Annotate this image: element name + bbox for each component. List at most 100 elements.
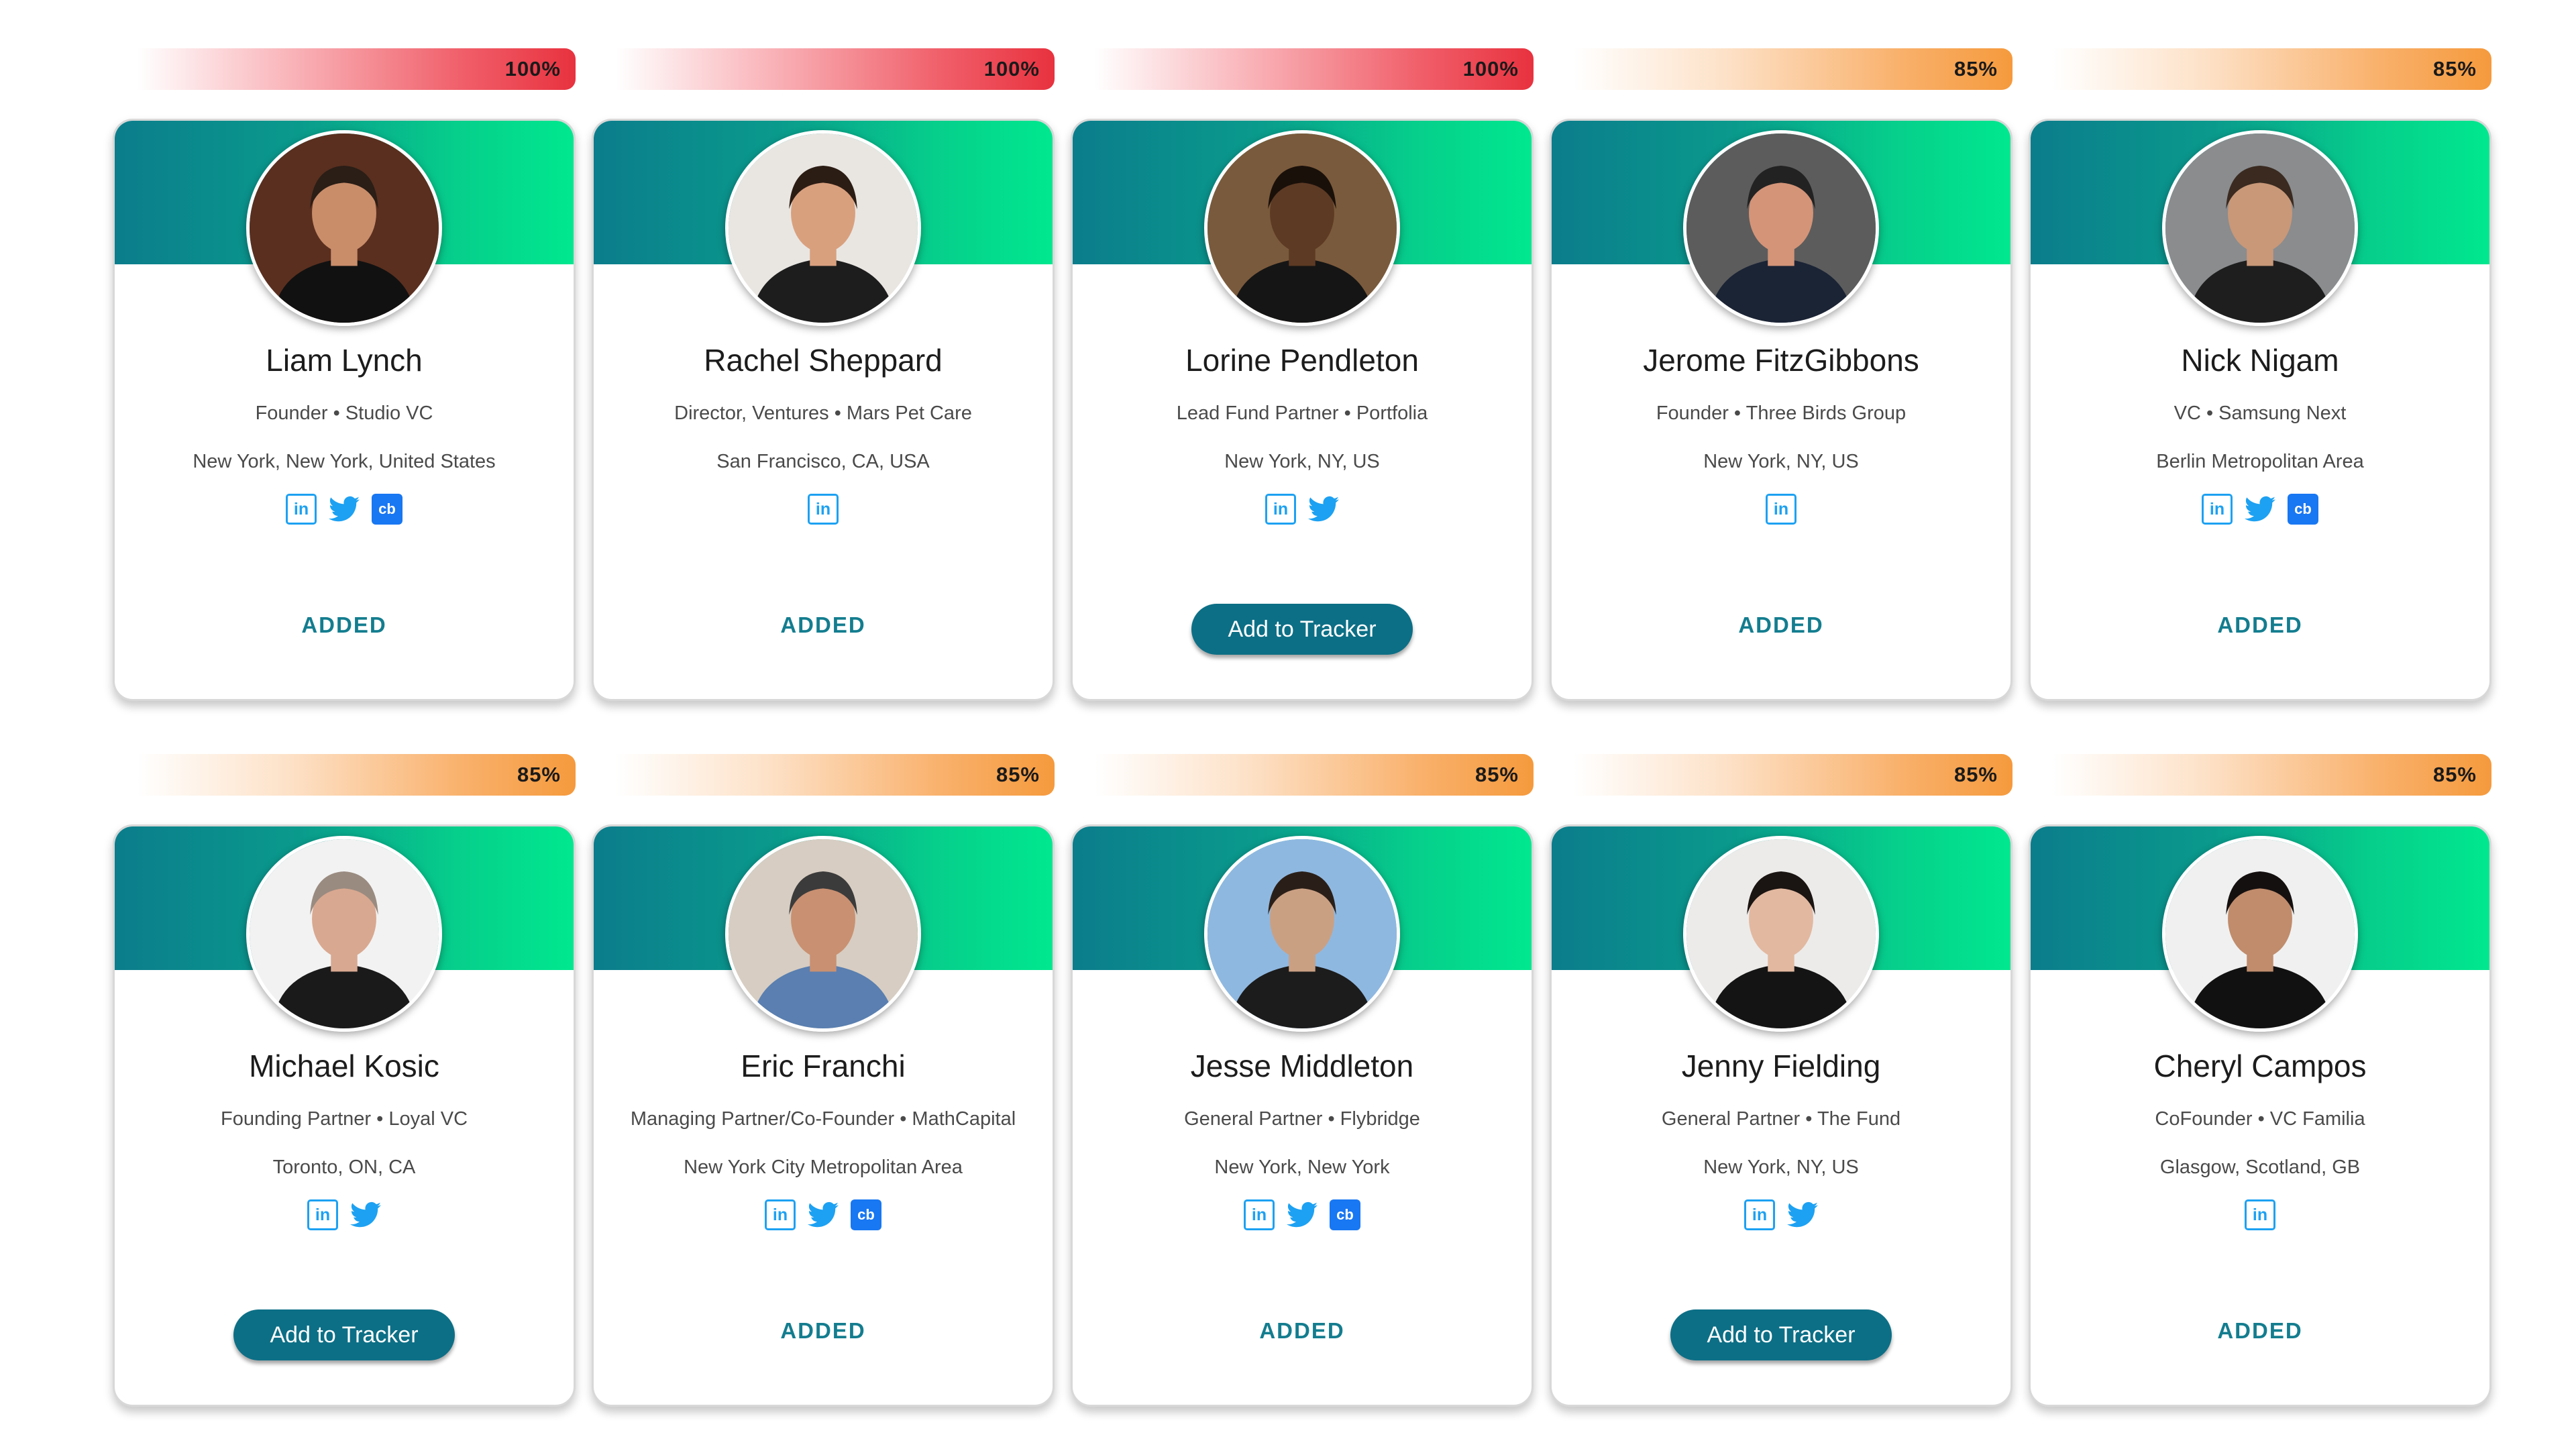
crunchbase-icon[interactable]: cb — [1330, 1199, 1360, 1230]
add-to-tracker-button[interactable]: Add to Tracker — [1191, 604, 1413, 655]
investor-role: VC • Samsung Next — [2174, 402, 2347, 424]
avatar — [725, 836, 921, 1032]
investor-name: Michael Kosic — [249, 1049, 439, 1083]
investor-card[interactable]: Jesse Middleton General Partner • Flybri… — [1071, 824, 1534, 1407]
avatar — [246, 836, 442, 1032]
investor-role: Lead Fund Partner • Portfolia — [1176, 402, 1428, 424]
match-score-bar: 100% — [137, 48, 576, 90]
linkedin-icon[interactable]: in — [1265, 494, 1296, 525]
investor-location: Glasgow, Scotland, GB — [2159, 1157, 2361, 1178]
match-score-bar: 85% — [2053, 754, 2491, 796]
twitter-icon[interactable] — [1308, 494, 1339, 525]
investor-card[interactable]: Michael Kosic Founding Partner • Loyal V… — [113, 824, 576, 1407]
match-score-label: 85% — [1953, 57, 1998, 80]
avatar — [2162, 130, 2358, 326]
investor-name: Jesse Middleton — [1190, 1049, 1414, 1083]
investor-card[interactable]: Nick Nigam VC • Samsung Next Berlin Metr… — [2029, 119, 2491, 701]
match-score-label: 85% — [1953, 763, 1998, 786]
linkedin-icon[interactable]: in — [1744, 1199, 1775, 1230]
linkedin-icon[interactable]: in — [307, 1199, 338, 1230]
linkedin-icon[interactable]: in — [1766, 494, 1796, 525]
linkedin-icon[interactable]: in — [2245, 1199, 2275, 1230]
added-status: ADDED — [301, 612, 387, 637]
investor-role: General Partner • Flybridge — [1184, 1108, 1420, 1130]
social-links: in — [1073, 494, 1532, 525]
social-links: in — [594, 494, 1053, 525]
social-links: in cb — [2031, 494, 2489, 525]
investor-card[interactable]: Liam Lynch Founder • Studio VC New York,… — [113, 119, 576, 701]
investor-name: Rachel Sheppard — [704, 343, 943, 378]
twitter-icon[interactable] — [1287, 1199, 1318, 1230]
match-score-label: 100% — [504, 57, 561, 80]
linkedin-icon[interactable]: in — [808, 494, 839, 525]
investor-location: New York, NY, US — [1224, 451, 1380, 472]
linkedin-icon[interactable]: in — [2202, 494, 2233, 525]
match-score-bar: 85% — [1574, 48, 2012, 90]
linkedin-icon[interactable]: in — [1244, 1199, 1275, 1230]
investor-location: New York, NY, US — [1703, 1157, 1859, 1178]
added-status: ADDED — [1259, 1318, 1345, 1343]
add-to-tracker-button[interactable]: Add to Tracker — [1670, 1309, 1892, 1360]
social-links: in cb — [594, 1199, 1053, 1230]
social-links: in cb — [1073, 1199, 1532, 1230]
investor-name: Liam Lynch — [266, 343, 423, 378]
investor-name: Nick Nigam — [2181, 343, 2339, 378]
investor-name: Eric Franchi — [741, 1049, 906, 1083]
avatar — [1683, 130, 1879, 326]
avatar — [246, 130, 442, 326]
crunchbase-icon[interactable]: cb — [851, 1199, 881, 1230]
investor-location: San Francisco, CA, USA — [716, 451, 930, 472]
match-score-label: 85% — [996, 763, 1040, 786]
social-links: in — [115, 1199, 574, 1230]
investor-card[interactable]: Cheryl Campos CoFounder • VC Familia Gla… — [2029, 824, 2491, 1407]
crunchbase-icon[interactable]: cb — [372, 494, 402, 525]
investor-card[interactable]: Lorine Pendleton Lead Fund Partner • Por… — [1071, 119, 1534, 701]
twitter-icon[interactable] — [1787, 1199, 1818, 1230]
investor-card[interactable]: Rachel Sheppard Director, Ventures • Mar… — [592, 119, 1055, 701]
avatar — [725, 130, 921, 326]
match-score-bar: 100% — [1095, 48, 1534, 90]
linkedin-icon[interactable]: in — [765, 1199, 796, 1230]
social-links: in cb — [115, 494, 574, 525]
investor-role: Managing Partner/Co-Founder • MathCapita… — [630, 1108, 1016, 1130]
added-status: ADDED — [2217, 612, 2303, 637]
match-score-bar: 85% — [137, 754, 576, 796]
investor-card[interactable]: Jenny Fielding General Partner • The Fun… — [1550, 824, 2012, 1407]
match-score-label: 100% — [983, 57, 1040, 80]
investor-location: New York, New York, United States — [193, 451, 496, 472]
match-score-bar: 85% — [1574, 754, 2012, 796]
social-links: in — [1552, 1199, 2010, 1230]
twitter-icon[interactable] — [350, 1199, 381, 1230]
investor-card[interactable]: Eric Franchi Managing Partner/Co-Founder… — [592, 824, 1055, 1407]
match-score-bar: 85% — [2053, 48, 2491, 90]
linkedin-icon[interactable]: in — [286, 494, 317, 525]
match-score-label: 85% — [1474, 763, 1519, 786]
match-score-bar: 85% — [1095, 754, 1534, 796]
investor-role: Director, Ventures • Mars Pet Care — [674, 402, 972, 424]
twitter-icon[interactable] — [329, 494, 360, 525]
investor-role: Founding Partner • Loyal VC — [220, 1108, 468, 1130]
match-score-bar: 85% — [616, 754, 1055, 796]
avatar — [1204, 130, 1400, 326]
investor-location: New York City Metropolitan Area — [684, 1157, 963, 1178]
investor-role: CoFounder • VC Familia — [2155, 1108, 2365, 1130]
added-status: ADDED — [1738, 612, 1824, 637]
avatar — [1683, 836, 1879, 1032]
investor-location: New York, NY, US — [1703, 451, 1859, 472]
investor-location: New York, New York — [1214, 1157, 1390, 1178]
twitter-icon[interactable] — [808, 1199, 839, 1230]
investor-role: Founder • Three Birds Group — [1656, 402, 1907, 424]
match-score-label: 85% — [2432, 57, 2477, 80]
investor-role: General Partner • The Fund — [1661, 1108, 1901, 1130]
add-to-tracker-button[interactable]: Add to Tracker — [233, 1309, 455, 1360]
investor-location: Berlin Metropolitan Area — [2156, 451, 2364, 472]
avatar — [1204, 836, 1400, 1032]
investor-name: Lorine Pendleton — [1185, 343, 1419, 378]
investor-role: Founder • Studio VC — [255, 402, 433, 424]
match-score-label: 85% — [2432, 763, 2477, 786]
social-links: in — [1552, 494, 2010, 525]
investor-card[interactable]: Jerome FitzGibbons Founder • Three Birds… — [1550, 119, 2012, 701]
twitter-icon[interactable] — [2245, 494, 2275, 525]
match-score-bar: 100% — [616, 48, 1055, 90]
crunchbase-icon[interactable]: cb — [2288, 494, 2318, 525]
